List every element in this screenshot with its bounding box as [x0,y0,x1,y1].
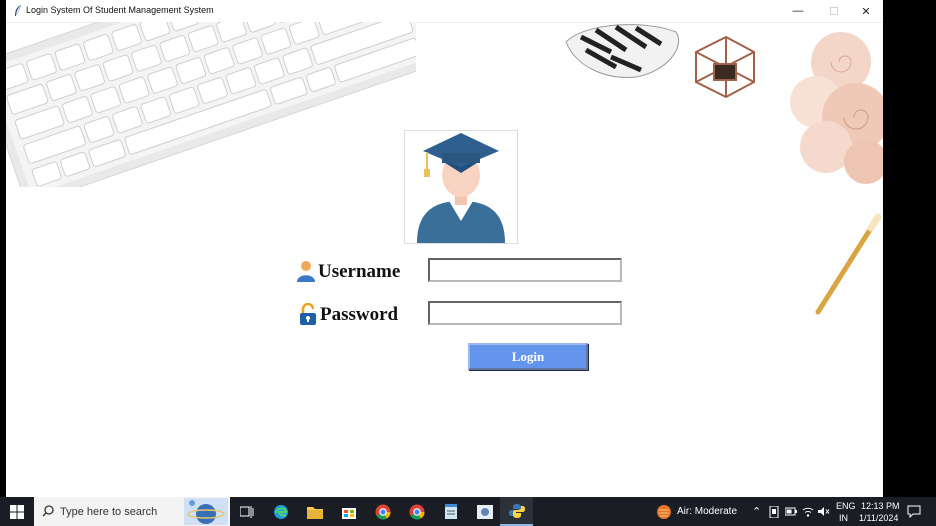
chrome-icon [375,504,391,520]
zebra-tray-icon [565,24,679,78]
weather-status[interactable]: Air: Moderate [677,506,737,517]
graduate-icon [417,133,505,243]
folder-icon [306,506,323,519]
taskbar-search-box[interactable]: Type here to search [34,497,230,526]
notification-icon[interactable] [907,505,921,518]
taskbar-file-explorer[interactable] [298,497,331,526]
taskbar-python[interactable] [500,497,533,526]
taskbar-photo-app[interactable] [468,497,501,526]
username-label: Username [318,261,401,282]
chrome-icon [409,504,425,520]
keyboard-illustration [6,22,416,187]
user-icon [297,261,315,282]
battery-icon[interactable] [785,507,797,516]
notepad-icon [444,503,457,519]
student-avatar [404,130,518,244]
taskbar-chrome-1[interactable] [366,497,399,526]
feather-icon [15,4,22,16]
maximize-button[interactable]: ☐ [817,0,851,22]
login-button[interactable]: Login [468,343,588,370]
volume-muted-icon[interactable] [818,506,830,517]
tray-overflow-icon[interactable]: ⌃ [752,505,761,518]
clock-time[interactable]: 12:13 PM [861,501,900,511]
taskbar: Type here to search Air: Moderate ⌃ ENG … [0,497,936,526]
username-input[interactable] [428,258,622,282]
edge-icon [273,504,288,519]
password-input[interactable] [428,301,622,325]
pen-icon [815,213,882,315]
minimize-button[interactable]: — [781,0,815,22]
input-region-indicator[interactable]: IN [839,513,848,523]
store-icon [341,507,356,519]
search-placeholder: Type here to search [60,506,158,518]
taskbar-notepad[interactable] [434,497,467,526]
password-label: Password [320,304,399,325]
weather-icon [657,505,671,519]
clock-date[interactable]: 1/11/2024 [859,513,898,523]
taskbar-store[interactable] [332,497,365,526]
wifi-icon[interactable] [802,506,814,517]
lock-icon [300,303,316,325]
start-button[interactable] [0,497,34,526]
taskbar-edge[interactable] [264,497,297,526]
tray-app-icon[interactable] [769,506,779,518]
task-view-button[interactable] [230,497,263,526]
close-button[interactable]: ✕ [849,0,883,22]
photo-app-icon [476,504,493,519]
roses-icon [790,32,883,184]
taskbar-chrome-2[interactable] [400,497,433,526]
window-title: Login System Of Student Management Syste… [26,5,214,15]
candle-holder-icon [695,35,755,99]
task-view-icon [239,505,253,518]
search-icon [42,505,54,517]
windows-logo-icon [10,504,24,519]
title-bar[interactable]: Login System Of Student Management Syste… [6,0,883,23]
language-indicator[interactable]: ENG [836,501,856,511]
search-highlight-icon [184,498,228,525]
python-icon [508,503,525,518]
app-window: Login System Of Student Management Syste… [6,0,883,497]
